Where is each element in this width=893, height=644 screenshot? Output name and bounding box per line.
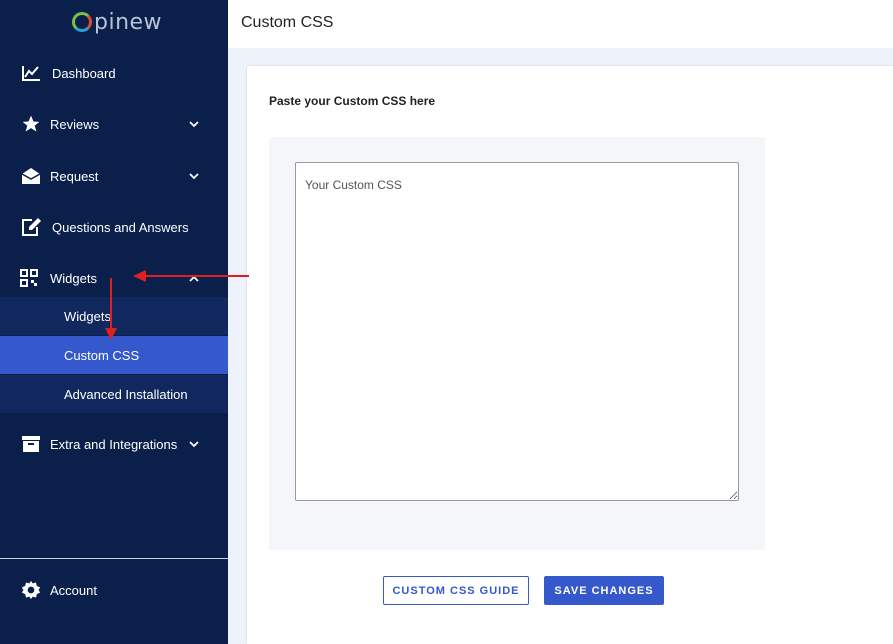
- sidebar-item-dashboard[interactable]: Dashboard: [0, 53, 228, 93]
- submenu-item-advanced-installation[interactable]: Advanced Installation: [0, 375, 228, 413]
- sidebar-item-questions-and-answers[interactable]: Questions and Answers: [0, 207, 228, 247]
- opinew-logo[interactable]: pinew: [72, 8, 162, 36]
- star-icon: [20, 113, 42, 135]
- sidebar-item-label: Questions and Answers: [52, 219, 189, 235]
- submenu-item-label: Advanced Installation: [64, 386, 188, 402]
- sidebar-item-account[interactable]: Account: [0, 570, 228, 610]
- archive-icon: [20, 433, 42, 455]
- chevron-down-icon: [188, 118, 200, 130]
- custom-css-textarea[interactable]: [295, 162, 739, 501]
- sidebar-item-reviews[interactable]: Reviews: [0, 104, 228, 144]
- qr-code-icon: [18, 267, 40, 289]
- edit-icon: [20, 216, 42, 238]
- custom-css-guide-button[interactable]: CUSTOM CSS GUIDE: [383, 576, 529, 605]
- sidebar-item-request[interactable]: Request: [0, 156, 228, 196]
- chevron-up-icon: [188, 272, 200, 284]
- sidebar-divider: [0, 558, 228, 559]
- sidebar-item-label: Account: [50, 582, 97, 598]
- envelope-open-icon: [20, 165, 42, 187]
- save-changes-button[interactable]: SAVE CHANGES: [544, 576, 664, 605]
- logo-text: pinew: [94, 9, 163, 35]
- submenu-item-custom-css[interactable]: Custom CSS: [0, 336, 228, 374]
- custom-css-card: Paste your Custom CSS here CUSTOM CSS GU…: [247, 66, 893, 644]
- chart-line-icon: [20, 62, 42, 84]
- sidebar-item-label: Reviews: [50, 116, 100, 132]
- sidebar-item-widgets[interactable]: Widgets: [0, 258, 228, 298]
- sidebar-item-label: Widgets: [50, 270, 97, 286]
- submenu-item-widgets[interactable]: Widgets: [0, 297, 228, 335]
- section-heading: Paste your Custom CSS here: [269, 94, 436, 108]
- chevron-down-icon: [188, 170, 200, 182]
- sidebar-item-label: Dashboard: [52, 65, 116, 81]
- gear-icon: [20, 579, 42, 601]
- chevron-down-icon: [188, 438, 200, 450]
- sidebar-item-label: Extra and Integrations: [50, 436, 178, 452]
- sidebar-item-extra-and-integrations[interactable]: Extra and Integrations: [0, 424, 228, 464]
- sidebar-item-label: Request: [50, 168, 99, 184]
- sidebar: pinew Dashboard Reviews Request Question…: [0, 0, 228, 644]
- editor-panel: [269, 137, 765, 550]
- page-header: Custom CSS: [228, 0, 893, 48]
- submenu-item-label: Custom CSS: [64, 347, 140, 363]
- page-title: Custom CSS: [241, 14, 334, 31]
- submenu-item-label: Widgets: [64, 308, 111, 324]
- logo-ring-icon: [72, 12, 92, 32]
